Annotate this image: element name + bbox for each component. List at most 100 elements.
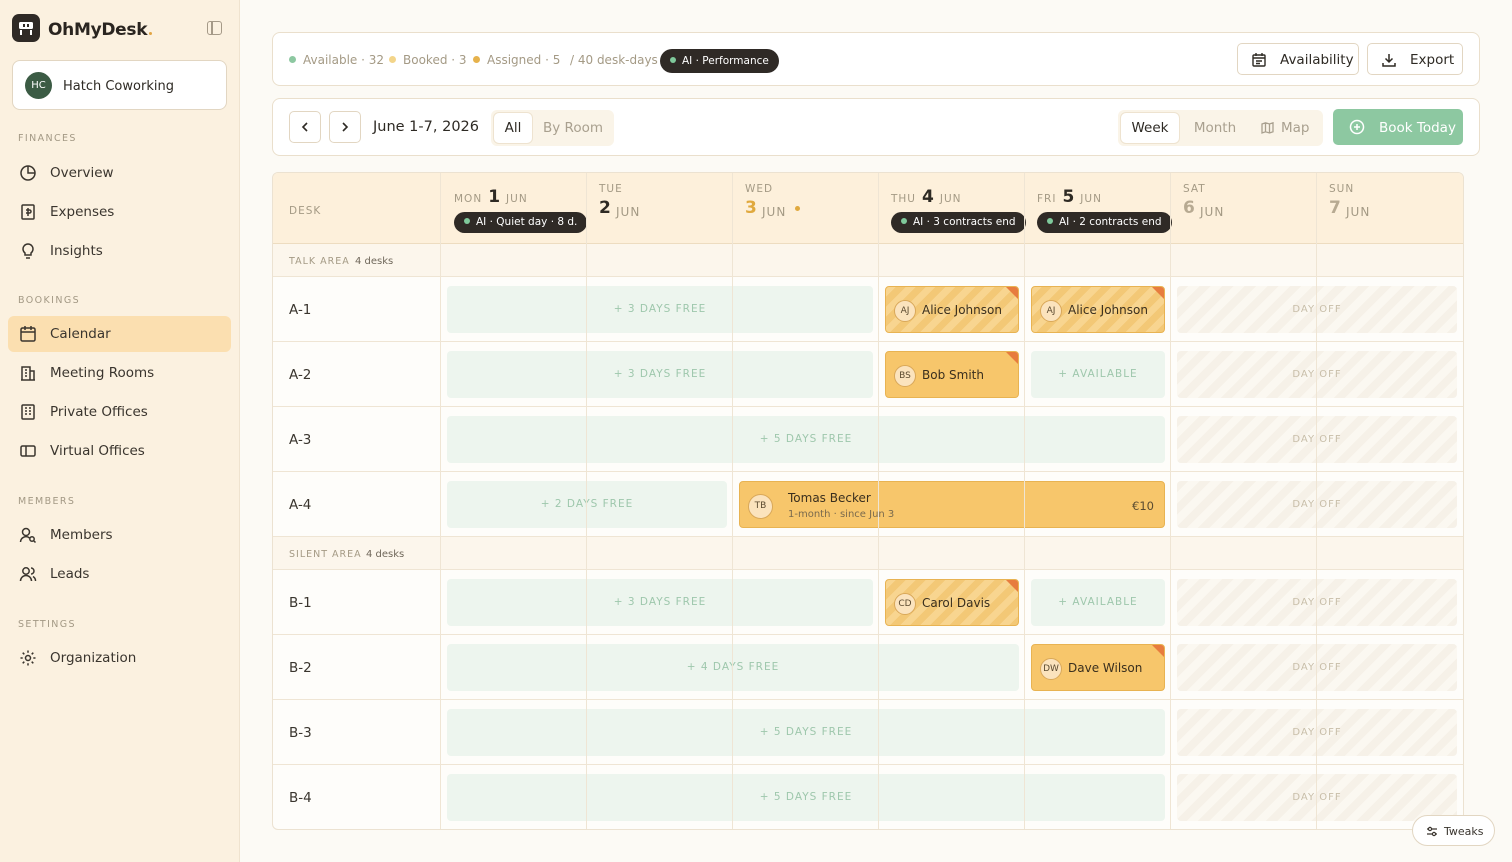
area-header: TALK AREA 4 desks xyxy=(273,244,1463,277)
area-header: SILENT AREA 4 desks xyxy=(273,537,1463,570)
desk-row-a4: A-4 + 2 DAYS FREE TB Tomas Becker 1-mont… xyxy=(273,472,1463,537)
sidebar-item-label: Insights xyxy=(50,243,103,259)
booking-card[interactable]: DW Dave Wilson xyxy=(1031,644,1165,691)
day-header-sat[interactable]: SAT 6 JUN xyxy=(1183,183,1223,219)
column-divider xyxy=(1316,173,1317,829)
sidebar-item-private-offices[interactable]: Private Offices xyxy=(8,394,231,430)
desk-row-a1: A-1 + 3 DAYS FREE AJ Alice Johnson AJ Alic… xyxy=(273,277,1463,342)
column-divider xyxy=(440,173,441,829)
free-slot[interactable]: + 5 DAYS FREE xyxy=(447,709,1165,756)
sidebar-item-meeting-rooms[interactable]: Meeting Rooms xyxy=(8,355,231,391)
avatar: TB xyxy=(748,494,773,519)
desk-label: A-4 xyxy=(289,497,312,513)
avatar: CD xyxy=(894,593,916,615)
office-icon xyxy=(21,404,35,420)
day-header-sun[interactable]: SUN 7 JUN xyxy=(1329,183,1369,219)
view-week[interactable]: Week xyxy=(1121,113,1179,143)
booking-card[interactable]: AJ Alice Johnson xyxy=(1031,286,1165,333)
availability-button[interactable]: Availability xyxy=(1237,43,1359,75)
day-off-slot: DAY OFF xyxy=(1177,416,1457,463)
day-off-slot: DAY OFF xyxy=(1177,286,1457,333)
sidebar: OhMyDesk HC Hatch Coworking FINANCES Ove… xyxy=(0,0,240,862)
free-slot[interactable]: + 5 DAYS FREE xyxy=(447,416,1165,463)
download-icon xyxy=(1382,54,1396,67)
tweaks-button[interactable]: Tweaks xyxy=(1412,815,1495,846)
calendar-icon xyxy=(20,326,36,342)
section-finances: FINANCES xyxy=(18,133,77,144)
view-month[interactable]: Month xyxy=(1182,113,1248,143)
ai-performance-badge[interactable]: AI · Performance xyxy=(660,49,779,73)
desk-row-b3: B-3 + 5 DAYS FREE DAY OFF xyxy=(273,700,1463,765)
sidebar-item-overview[interactable]: Overview xyxy=(8,155,231,191)
book-today-button[interactable]: Book Today xyxy=(1333,109,1463,145)
filter-toggle: All By Room xyxy=(491,110,614,146)
sidebar-item-label: Organization xyxy=(50,650,137,666)
ai-contracts-end-badge[interactable]: AI · 3 contracts end xyxy=(891,212,1026,233)
sidebar-item-expenses[interactable]: Expenses xyxy=(8,194,231,230)
calendar-grid: DESK MON 1 JUN AI · Quiet day · 8 d. TUE 2 J… xyxy=(272,172,1464,830)
sidebar-item-calendar[interactable]: Calendar xyxy=(8,316,231,352)
filter-by-room[interactable]: By Room xyxy=(537,113,609,143)
booking-card[interactable]: CD Carol Davis xyxy=(885,579,1019,626)
date-range: June 1-7, 2026 xyxy=(373,119,479,135)
avatar: BS xyxy=(894,365,916,387)
legend-available: Available · 32 xyxy=(289,53,384,67)
desk-row-b2: B-2 + 4 DAYS FREE DW Dave Wilson DAY OFF xyxy=(273,635,1463,700)
booking-card[interactable]: BS Bob Smith xyxy=(885,351,1019,398)
export-button[interactable]: Export xyxy=(1367,43,1463,75)
avatar: AJ xyxy=(1040,300,1062,322)
sidebar-item-label: Leads xyxy=(50,566,90,582)
free-slot[interactable]: + 5 DAYS FREE xyxy=(447,774,1165,821)
day-header-fri[interactable]: FRI 5 JUN xyxy=(1037,187,1102,207)
sidebar-item-insights[interactable]: Insights xyxy=(8,233,231,269)
column-divider xyxy=(1170,173,1171,829)
sidebar-item-label: Expenses xyxy=(50,204,115,220)
day-off-slot: DAY OFF xyxy=(1177,579,1457,626)
sidebar-item-members[interactable]: Members xyxy=(8,517,231,553)
sidebar-item-organization[interactable]: Organization xyxy=(8,640,231,676)
day-off-slot: DAY OFF xyxy=(1177,481,1457,528)
free-slot[interactable]: + 3 DAYS FREE xyxy=(447,579,873,626)
column-divider xyxy=(732,173,733,829)
sidebar-item-virtual-offices[interactable]: Virtual Offices xyxy=(8,433,231,469)
plus-circle-icon xyxy=(1349,119,1365,135)
day-off-slot: DAY OFF xyxy=(1177,644,1457,691)
prev-week-button[interactable] xyxy=(289,111,321,143)
legend-assigned: Assigned · 5 xyxy=(473,53,560,67)
day-header-wed[interactable]: WED 3 JUN xyxy=(745,183,785,219)
view-toggle: Week Month Map xyxy=(1118,110,1323,146)
desk-label: B-3 xyxy=(289,725,312,741)
desk-row-b1: B-1 + 3 DAYS FREE CD Carol Davis + AVAILA… xyxy=(273,570,1463,635)
workspace-switcher[interactable]: HC Hatch Coworking xyxy=(12,60,227,110)
free-slot[interactable]: + 3 DAYS FREE xyxy=(447,286,873,333)
available-slot[interactable]: + AVAILABLE xyxy=(1031,351,1165,398)
desk-label: A-3 xyxy=(289,432,312,448)
ai-quiet-day-badge[interactable]: AI · Quiet day · 8 d. xyxy=(454,212,588,233)
available-slot[interactable]: + AVAILABLE xyxy=(1031,579,1165,626)
legend-total: / 40 desk-days xyxy=(570,53,658,67)
chevron-left-icon xyxy=(301,122,308,132)
sidebar-item-leads[interactable]: Leads xyxy=(8,556,231,592)
map-icon xyxy=(1261,122,1274,134)
day-header-thu[interactable]: THU 4 JUN xyxy=(891,187,961,207)
day-header-tue[interactable]: TUE 2 JUN xyxy=(599,183,639,219)
lightbulb-icon xyxy=(22,243,34,259)
day-header-mon[interactable]: MON 1 JUN xyxy=(454,187,528,207)
free-slot[interactable]: + 3 DAYS FREE xyxy=(447,351,873,398)
building-icon xyxy=(21,366,35,381)
free-slot[interactable]: + 4 DAYS FREE xyxy=(447,644,1019,691)
free-slot[interactable]: + 2 DAYS FREE xyxy=(447,481,727,528)
view-map[interactable]: Map xyxy=(1253,113,1319,143)
filter-all[interactable]: All xyxy=(494,113,532,143)
workspace-name: Hatch Coworking xyxy=(63,79,174,94)
next-week-button[interactable] xyxy=(329,111,361,143)
ai-contracts-end-badge[interactable]: AI · 2 contracts end xyxy=(1037,212,1172,233)
booking-card[interactable]: TB Tomas Becker 1-month · since Jun 3 €1… xyxy=(739,481,1165,528)
desk-label: A-1 xyxy=(289,302,312,318)
ticket-icon xyxy=(20,445,36,457)
desk-column-header: DESK xyxy=(289,205,322,217)
desk-label: A-2 xyxy=(289,367,312,383)
booking-card[interactable]: AJ Alice Johnson xyxy=(885,286,1019,333)
sidebar-collapse-icon[interactable] xyxy=(207,21,222,35)
sliders-icon xyxy=(1427,826,1437,837)
